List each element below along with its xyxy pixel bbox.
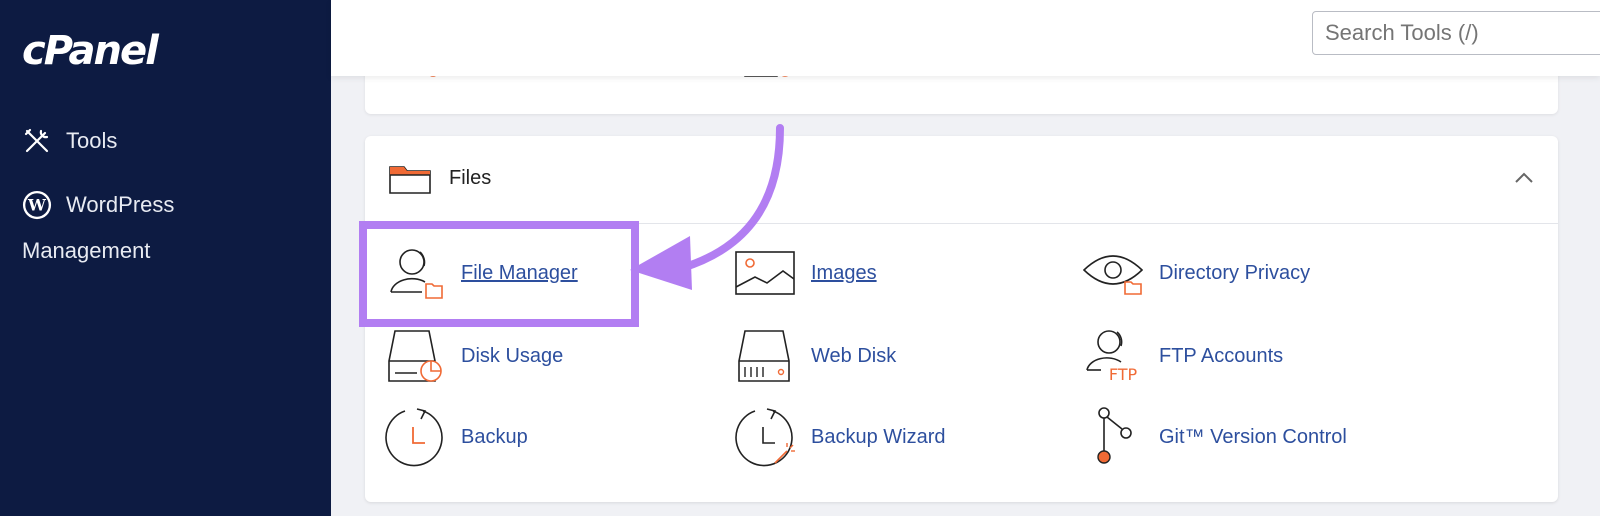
tool-label[interactable]: Backup Wizard	[811, 426, 946, 449]
cpanel-logo[interactable]: cPanel	[22, 28, 159, 74]
previous-section-card	[365, 66, 1558, 114]
wordpress-icon: W	[22, 190, 52, 220]
tool-label[interactable]: Backup	[461, 426, 528, 449]
backup-wizard-icon	[735, 406, 795, 468]
sidebar-item-wordpress[interactable]: W WordPress	[22, 190, 174, 220]
tool-disk-usage[interactable]: Disk Usage	[385, 325, 563, 387]
tool-directory-privacy[interactable]: Directory Privacy	[1083, 242, 1310, 304]
chevron-up-icon[interactable]	[1514, 170, 1534, 189]
tool-backup-wizard[interactable]: Backup Wizard	[735, 406, 946, 468]
files-section-header[interactable]: Files	[365, 136, 1558, 224]
tool-label[interactable]: Images	[811, 262, 877, 285]
backup-icon	[385, 406, 445, 468]
highlight-box	[359, 221, 639, 327]
tool-git-version-control[interactable]: Git™ Version Control	[1083, 406, 1347, 468]
disk-usage-icon	[385, 325, 445, 387]
section-title: Files	[449, 167, 492, 189]
search-input[interactable]	[1312, 11, 1600, 55]
tool-label[interactable]: Disk Usage	[461, 345, 563, 368]
ftp-badge: FTP	[1109, 365, 1138, 384]
tool-backup[interactable]: Backup	[385, 406, 528, 468]
ftp-accounts-icon: FTP	[1083, 325, 1143, 387]
directory-privacy-icon	[1083, 242, 1143, 304]
tool-label[interactable]: Web Disk	[811, 345, 896, 368]
arrow-annotation	[630, 124, 784, 290]
tool-label[interactable]: Directory Privacy	[1159, 262, 1310, 285]
sidebar: cPanel Tools W WordPress Management	[0, 0, 331, 516]
tool-ftp-accounts[interactable]: FTP FTP Accounts	[1083, 325, 1283, 387]
web-disk-icon	[735, 325, 795, 387]
tools-icon	[22, 126, 52, 156]
svg-text:W: W	[27, 196, 47, 215]
tool-web-disk[interactable]: Web Disk	[735, 325, 896, 387]
sidebar-item-label: Tools	[66, 128, 118, 153]
tool-label[interactable]: FTP Accounts	[1159, 345, 1283, 368]
folder-icon	[389, 164, 431, 199]
sidebar-item-sublabel[interactable]: Management	[22, 238, 150, 264]
git-icon	[1083, 406, 1143, 468]
tool-label[interactable]: Git™ Version Control	[1159, 426, 1347, 449]
sidebar-item-label: WordPress	[66, 192, 175, 217]
sidebar-item-tools[interactable]: Tools	[22, 126, 117, 156]
